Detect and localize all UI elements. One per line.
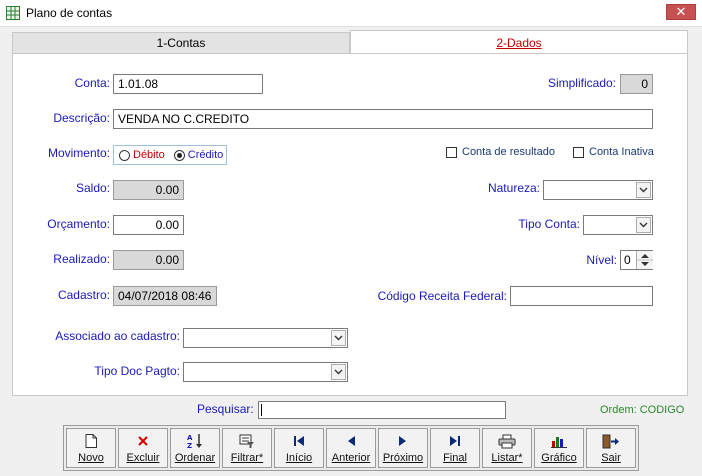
anterior-button[interactable]: Anterior [326,428,376,468]
tab-dados[interactable]: 2-Dados [350,30,688,54]
close-button[interactable]: ✕ [666,4,696,20]
natureza-label: Natureza: [487,181,540,195]
cadastro-field: 04/07/2018 08:46 [113,286,217,306]
debito-label[interactable]: Débito [133,149,165,161]
new-document-icon [85,433,97,449]
associado-select[interactable] [183,328,348,348]
excluir-button[interactable]: Excluir [118,428,168,468]
next-icon [398,433,408,449]
delete-icon [137,433,149,449]
descricao-label: Descrição: [53,111,110,125]
proximo-button[interactable]: Próximo [378,428,428,468]
printer-icon [498,433,516,449]
nivel-spin-buttons[interactable] [636,251,653,269]
sair-button[interactable]: Sair [586,428,636,468]
codigo-receita-label: Código Receita Federal: [377,289,507,303]
simplificado-label: Simplificado: [547,76,616,90]
chevron-down-icon[interactable] [331,330,346,346]
sort-az-icon: A Z [186,433,204,449]
spin-arrows-icon[interactable] [637,251,653,269]
tipo-doc-label: Tipo Doc Pagto: [94,364,180,378]
filter-icon [239,433,255,449]
ordenar-button[interactable]: A Z Ordenar [170,428,220,468]
last-icon [449,433,461,449]
simplificado-field: 0 [620,74,653,94]
conta-inativa-label[interactable]: Conta Inativa [589,146,654,158]
tipo-conta-select[interactable] [583,215,653,235]
realizado-label: Realizado: [53,252,110,266]
spreadsheet-icon [6,6,20,20]
novo-label: Novo [78,452,104,464]
chevron-down-icon[interactable] [636,182,651,198]
tipo-doc-select[interactable] [183,362,348,382]
codigo-receita-input[interactable] [510,286,653,306]
saldo-label: Saldo: [75,181,110,195]
movimento-label: Movimento: [47,146,110,160]
search-label: Pesquisar: [197,402,254,416]
saldo-field: 0.00 [113,180,184,200]
filtrar-label: Filtrar* [230,452,264,464]
grafico-button[interactable]: Gráfico [534,428,584,468]
excluir-label: Excluir [126,452,160,464]
movimento-radio-group: Débito Crédito [113,145,227,165]
cadastro-label: Cadastro: [57,288,110,302]
inicio-label: Início [285,452,313,464]
svg-text:A: A [187,434,193,442]
sair-label: Sair [601,452,621,464]
credito-label[interactable]: Crédito [188,149,223,161]
conta-resultado-label[interactable]: Conta de resultado [462,146,555,158]
grafico-label: Gráfico [541,452,577,464]
orcamento-input[interactable]: 0.00 [113,215,184,235]
chevron-down-icon[interactable] [636,217,651,233]
search-input[interactable] [258,401,506,419]
credito-radio[interactable] [173,149,185,161]
tab-contas[interactable]: 1-Contas [12,32,350,54]
realizado-field: 0.00 [113,250,184,270]
nivel-value: 0 [624,253,631,267]
tab-contas-label: 1-Contas [156,36,206,50]
svg-text:Z: Z [187,442,192,449]
conta-label: Conta: [74,76,110,90]
anterior-label: Anterior [331,452,371,464]
listar-label: Listar* [491,452,523,464]
close-icon: ✕ [675,4,687,19]
descricao-input[interactable]: VENDA NO C.CREDITO [113,109,653,129]
conta-resultado-checkbox[interactable] [446,147,457,158]
natureza-select[interactable] [543,180,653,200]
first-icon [293,433,305,449]
associado-label: Associado ao cadastro: [55,329,180,343]
text-cursor [261,404,262,416]
proximo-label: Próximo [382,452,424,464]
inicio-button[interactable]: Início [274,428,324,468]
orcamento-label: Orçamento: [47,217,110,231]
tipo-conta-label: Tipo Conta: [518,217,580,231]
final-button[interactable]: Final [430,428,480,468]
conta-inativa-checkbox[interactable] [573,147,584,158]
exit-icon [602,433,620,449]
conta-input[interactable]: 1.01.08 [113,74,263,94]
filtrar-button[interactable]: Filtrar* [222,428,272,468]
tab-dados-label: 2-Dados [496,35,542,50]
final-label: Final [443,452,467,464]
nivel-label: Nível: [586,253,617,267]
ordem-label: Ordem: CODIGO [600,404,685,416]
listar-button[interactable]: Listar* [482,428,532,468]
previous-icon [346,433,356,449]
chart-icon [550,433,568,449]
chevron-down-icon[interactable] [331,364,346,380]
novo-button[interactable]: Novo [66,428,116,468]
ordenar-label: Ordenar [174,452,216,464]
window-title: Plano de contas [26,6,113,20]
debito-radio[interactable] [119,149,130,161]
